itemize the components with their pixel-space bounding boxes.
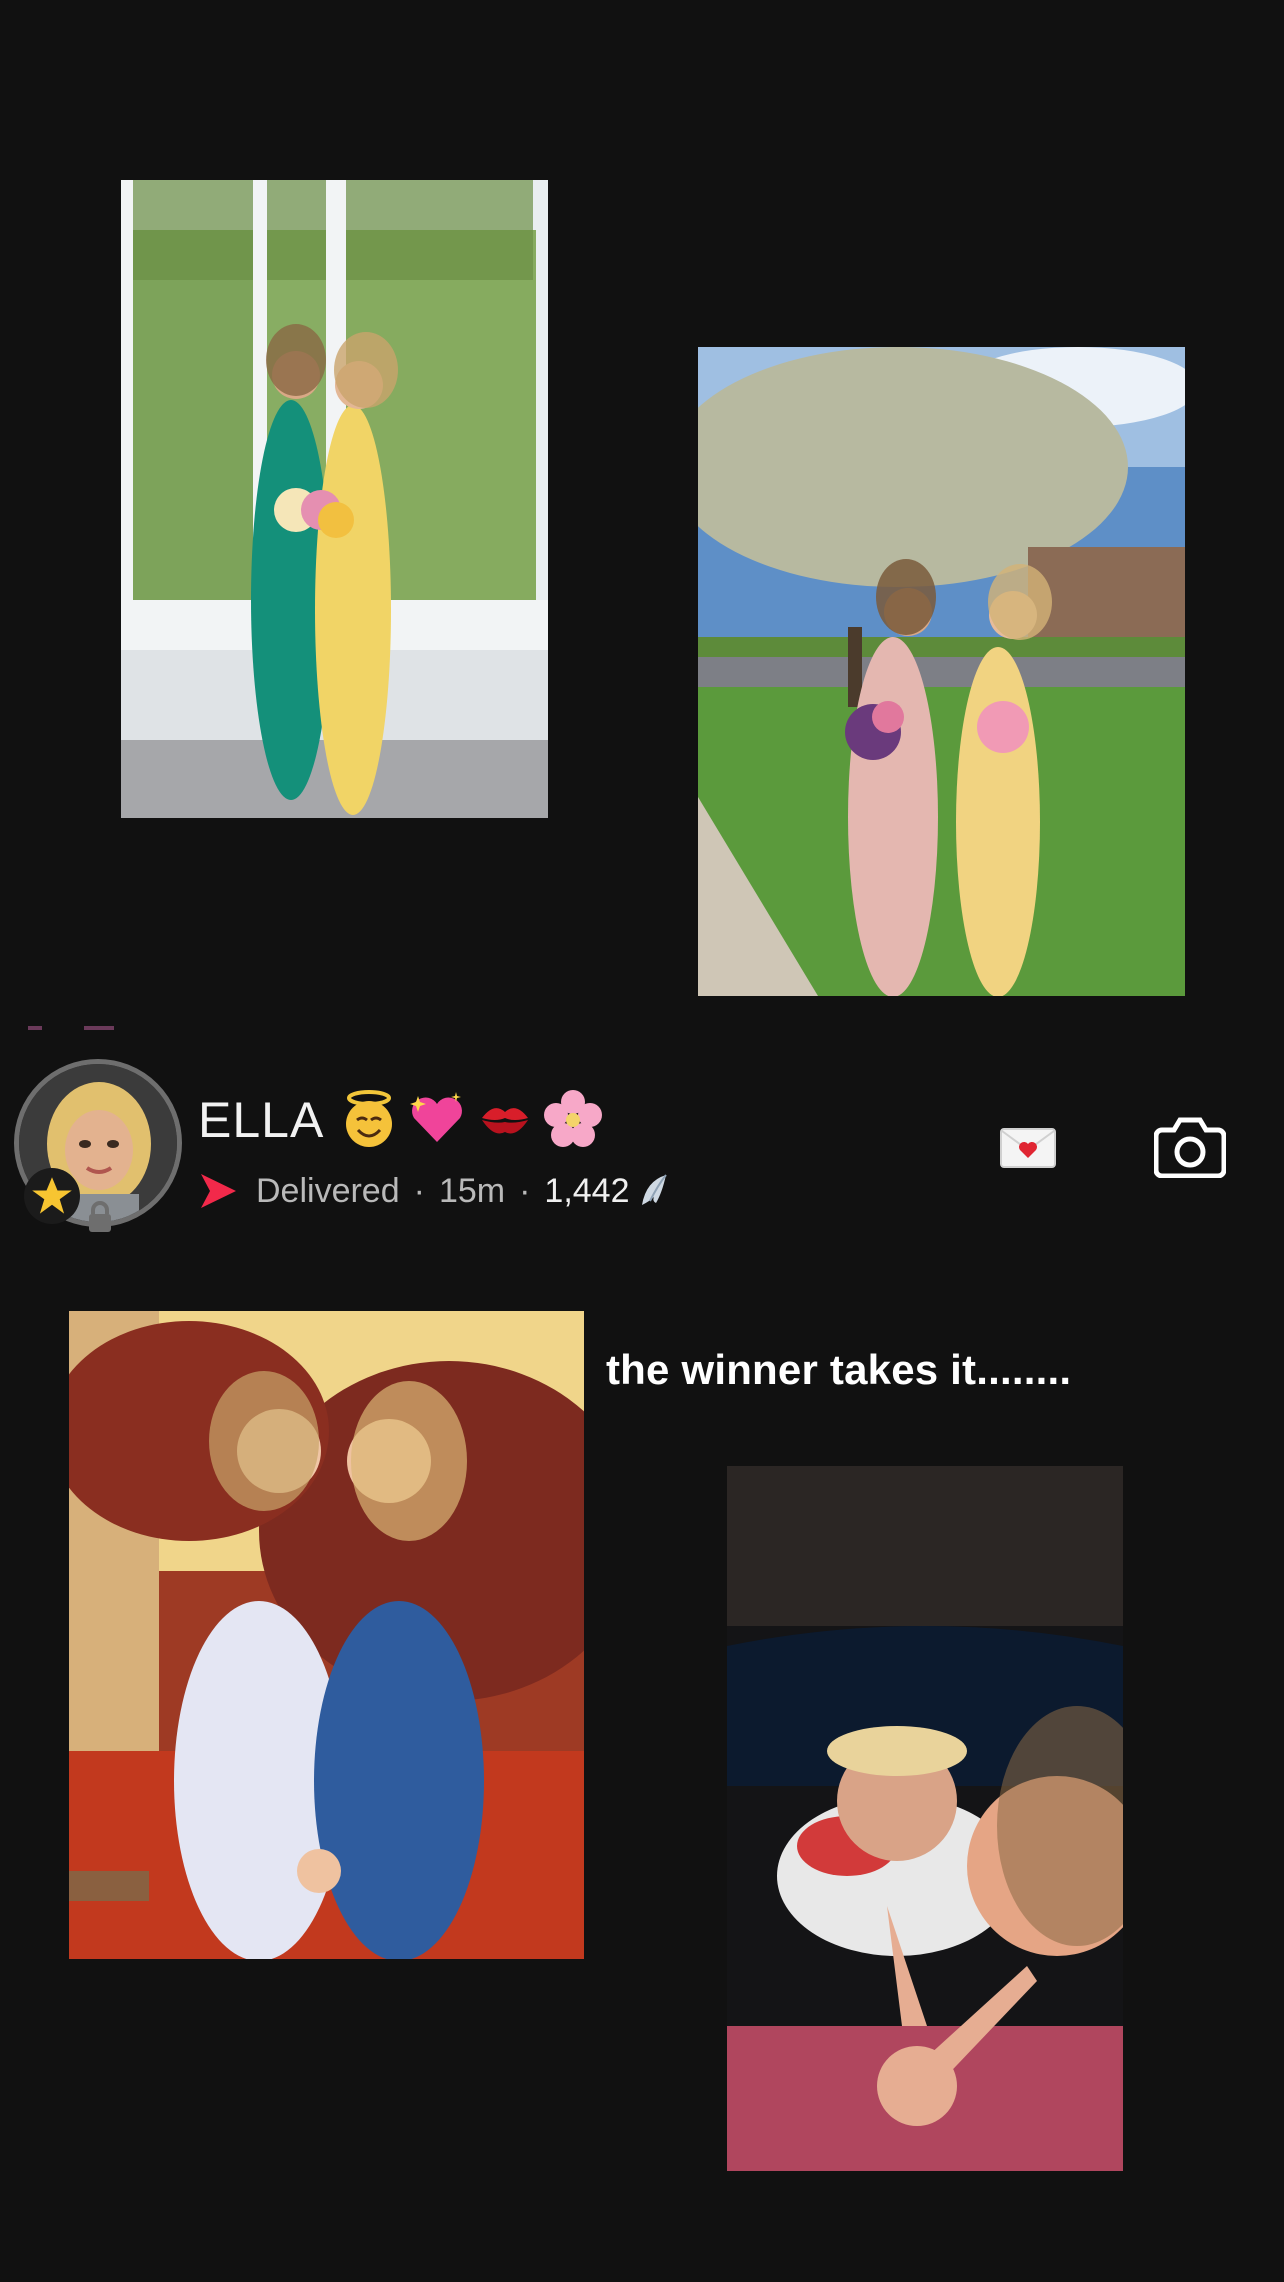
smiling-face-with-halo-icon xyxy=(338,1088,400,1150)
divider xyxy=(28,1026,114,1030)
delivery-status: Delivered xyxy=(256,1171,400,1210)
story-status: Delivered · 15m · 1,442 xyxy=(198,1166,672,1216)
love-letter-icon[interactable] xyxy=(1000,1128,1056,1168)
photo-car-selfie[interactable] xyxy=(727,1466,1123,2171)
photo-prom-window[interactable] xyxy=(121,180,548,818)
sent-arrow-icon xyxy=(201,1174,236,1208)
camera-icon[interactable] xyxy=(1154,1116,1226,1178)
kiss-mark-icon xyxy=(474,1088,536,1150)
view-count: 1,442 xyxy=(544,1171,630,1210)
separator-dot: · xyxy=(413,1171,425,1210)
sparkling-heart-icon xyxy=(406,1088,468,1150)
username[interactable]: ELLA xyxy=(198,1090,324,1150)
photo-sunset-dresses[interactable] xyxy=(69,1311,584,1959)
cherry-blossom-icon xyxy=(542,1088,604,1150)
separator-dot: · xyxy=(519,1171,531,1210)
wing-icon xyxy=(641,1174,667,1205)
story-caption: the winner takes it........ xyxy=(606,1346,1072,1393)
lock-icon xyxy=(89,1201,111,1232)
time-ago: 15m xyxy=(438,1171,506,1210)
name-emojis xyxy=(338,1088,604,1150)
star-icon xyxy=(24,1168,80,1224)
photo-prom-tree[interactable] xyxy=(698,347,1185,996)
